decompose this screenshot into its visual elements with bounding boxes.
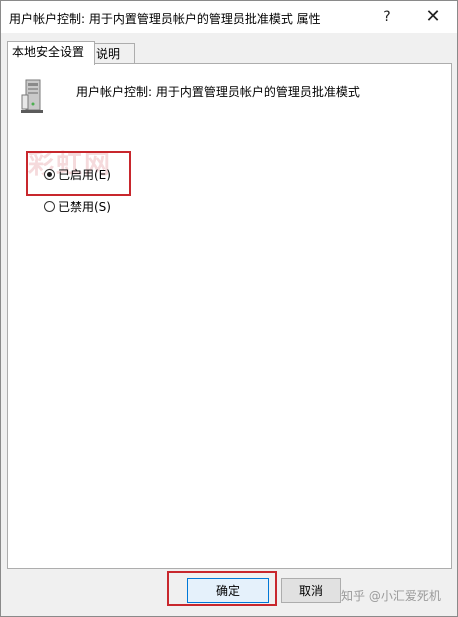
enabled-radio[interactable]: [44, 168, 55, 180]
enabled-option[interactable]: 已启用(E): [44, 166, 111, 182]
disabled-radio[interactable]: [44, 200, 55, 212]
title-bar[interactable]: 用户帐户控制: 用于内置管理员帐户的管理员批准模式 属性 ? ✕: [1, 1, 457, 33]
disabled-option[interactable]: 已禁用(S): [44, 198, 111, 214]
window-title: 用户帐户控制: 用于内置管理员帐户的管理员批准模式 属性: [9, 12, 321, 26]
disabled-label: 已禁用(S): [58, 199, 111, 214]
tab-local-security-setting[interactable]: 本地安全设置: [7, 41, 95, 65]
properties-dialog: 用户帐户控制: 用于内置管理员帐户的管理员批准模式 属性 ? ✕ 本地安全设置 …: [0, 0, 458, 617]
settings-panel: 用户帐户控制: 用于内置管理员帐户的管理员批准模式 彩虹网 已启用(E) 已禁用…: [7, 63, 452, 569]
policy-name: 用户帐户控制: 用于内置管理员帐户的管理员批准模式: [76, 85, 360, 99]
close-button[interactable]: ✕: [411, 1, 455, 33]
tab-explain[interactable]: 说明: [91, 43, 135, 65]
cancel-button[interactable]: 取消: [281, 578, 341, 603]
server-computer-icon: [21, 79, 43, 113]
enabled-label: 已启用(E): [58, 167, 111, 182]
ok-highlight-box: [167, 571, 277, 606]
watermark-bottom: 知乎 @小汇爱死机: [341, 589, 441, 603]
help-button[interactable]: ?: [365, 1, 409, 33]
